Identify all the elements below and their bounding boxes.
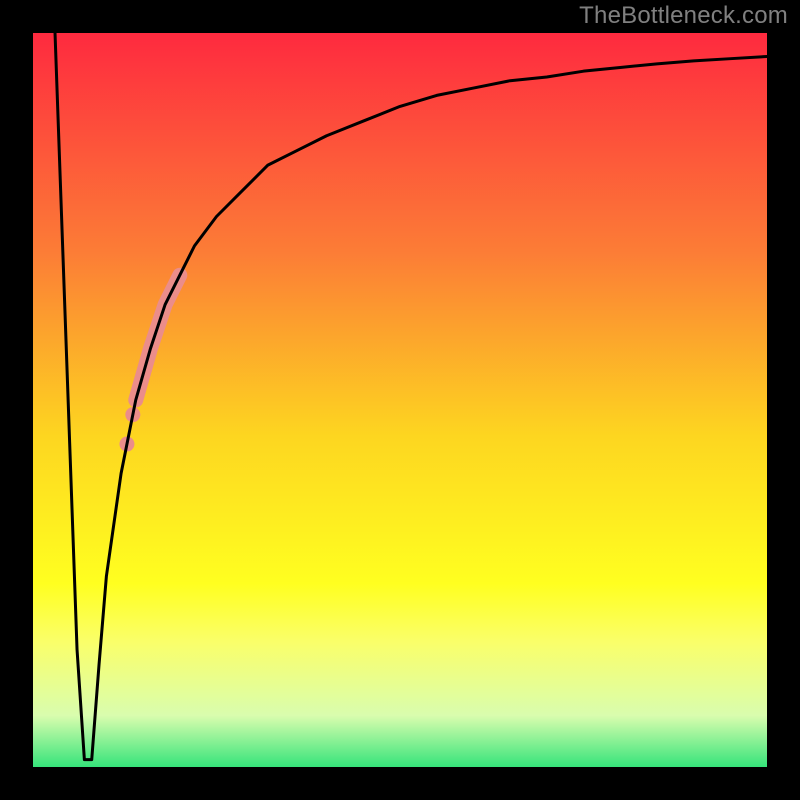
chart-svg (0, 0, 800, 800)
chart-frame: TheBottleneck.com (0, 0, 800, 800)
watermark-text: TheBottleneck.com (579, 2, 788, 30)
